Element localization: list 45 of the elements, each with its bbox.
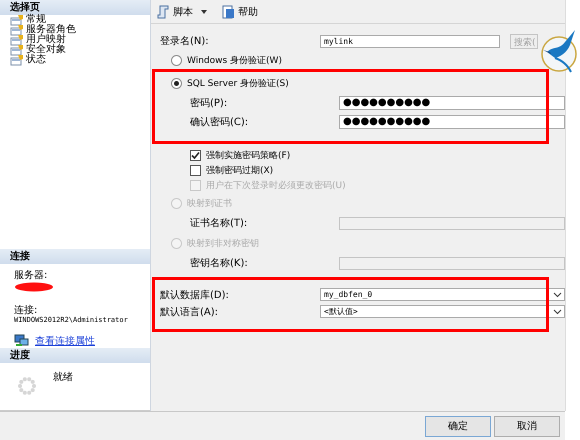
section-header: 选择页 [0,0,150,15]
ok-button[interactable]: 确定 [425,416,491,436]
server-label: 服务器: [14,270,48,281]
field-label: 登录名(N): [160,35,210,48]
sidebar-item[interactable]: 常规 [0,15,150,25]
chevron-icon [553,308,562,314]
sidebar-item[interactable]: 状态 [0,55,150,65]
script-button[interactable]: 脚本 [155,2,212,20]
field-label: 默认语言(A): [160,306,220,318]
sidebar-item[interactable]: 用户映射 [0,35,150,45]
page-icon [10,14,24,26]
redaction-mark [14,282,54,292]
input-field[interactable]: mylink [320,34,500,48]
chevron-icon [553,292,562,298]
dropdown[interactable]: <默认值> [320,305,565,318]
field-label: 密钥名称(K): [189,256,249,270]
page-icon [10,54,24,66]
cancel-button[interactable]: 取消 [494,416,560,436]
radio-button[interactable]: Windows 身份验证(W) [171,54,282,66]
field-label: 默认数据库(D): [160,288,230,302]
page-icon [10,34,24,46]
radio-button[interactable]: SQL Server 身份验证(S) [171,76,289,90]
caret-icon [198,8,210,14]
computers-icon [14,334,29,348]
script-icon [157,4,170,18]
password-field[interactable]: ●●●●●●●●●● [339,96,565,110]
spinner-icon [17,376,37,396]
connection-properties-link[interactable]: 查看连接属性 [35,334,95,348]
page-icon [10,24,24,36]
password-field[interactable]: ●●●●●●●●●● [339,114,565,128]
field-label: 确认密码(C): [189,116,250,128]
field-label: 密码(P): [189,96,228,110]
section-header: 连接 [0,248,150,264]
field-label: 证书名称(T): [189,216,248,230]
status-text: 就绪 [53,370,73,384]
help-button[interactable]: 帮助 [220,2,260,20]
section-header: 进度 [0,348,150,363]
page-icon [10,44,24,56]
checkbox[interactable]: 强制密码过期(X) [190,164,274,177]
dropdown[interactable]: my_dbfen_0 [320,288,565,301]
help-icon [222,4,235,18]
connection-label: 连接: [14,304,38,316]
checkbox[interactable]: 强制实施密码策略(F) [190,149,290,162]
sidebar-item[interactable]: 服务器角色 [0,25,150,35]
sidebar-item[interactable]: 安全对象 [0,45,150,55]
